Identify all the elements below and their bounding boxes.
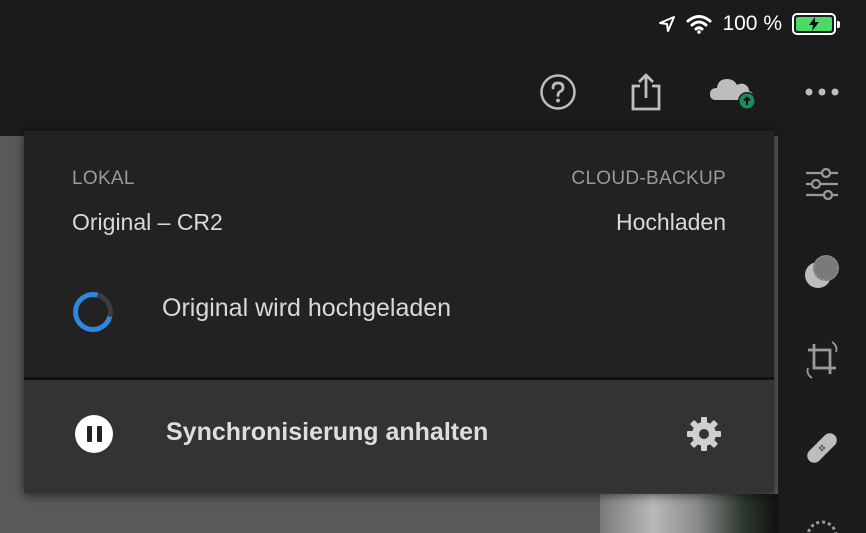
dotted-circle-icon[interactable] <box>800 514 844 533</box>
pause-sync-row[interactable]: Synchronisierung anhalten <box>24 380 774 493</box>
status-bar: 100 % <box>0 0 866 48</box>
charging-bolt-icon <box>809 17 819 31</box>
battery-percent: 100 % <box>722 12 782 35</box>
share-icon[interactable] <box>624 70 668 114</box>
location-arrow-icon <box>658 15 676 33</box>
local-header: LOKAL <box>72 168 135 189</box>
upload-progress-spinner <box>65 284 121 340</box>
status-icons: 100 % <box>658 10 840 38</box>
sliders-icon[interactable] <box>800 162 844 206</box>
help-icon[interactable] <box>536 70 580 114</box>
cloud-upload-icon[interactable] <box>708 70 762 114</box>
top-toolbar <box>0 48 866 136</box>
battery-level <box>796 17 832 31</box>
sync-status-popover: LOKAL Original – CR2 CLOUD-BACKUP Hochla… <box>24 131 774 493</box>
upload-status-text: Original wird hochgeladen <box>162 294 452 322</box>
healing-bandage-icon[interactable] <box>800 426 844 470</box>
cloud-backup-value: Hochladen <box>616 209 726 235</box>
crop-icon[interactable] <box>800 338 844 382</box>
pause-sync-button[interactable]: Synchronisierung anhalten <box>166 418 488 447</box>
edit-tools-rail <box>778 136 866 533</box>
gear-icon[interactable] <box>684 414 724 454</box>
sync-info-section: LOKAL Original – CR2 CLOUD-BACKUP Hochla… <box>24 131 774 377</box>
pause-icon[interactable] <box>75 415 113 453</box>
photo-visible-area <box>600 494 778 533</box>
more-icon[interactable] <box>800 70 844 114</box>
local-value: Original – CR2 <box>72 209 223 235</box>
battery-icon <box>792 13 840 35</box>
cloud-backup-header: CLOUD-BACKUP <box>571 168 726 189</box>
wifi-icon <box>686 14 712 34</box>
color-mix-icon[interactable] <box>800 250 844 294</box>
